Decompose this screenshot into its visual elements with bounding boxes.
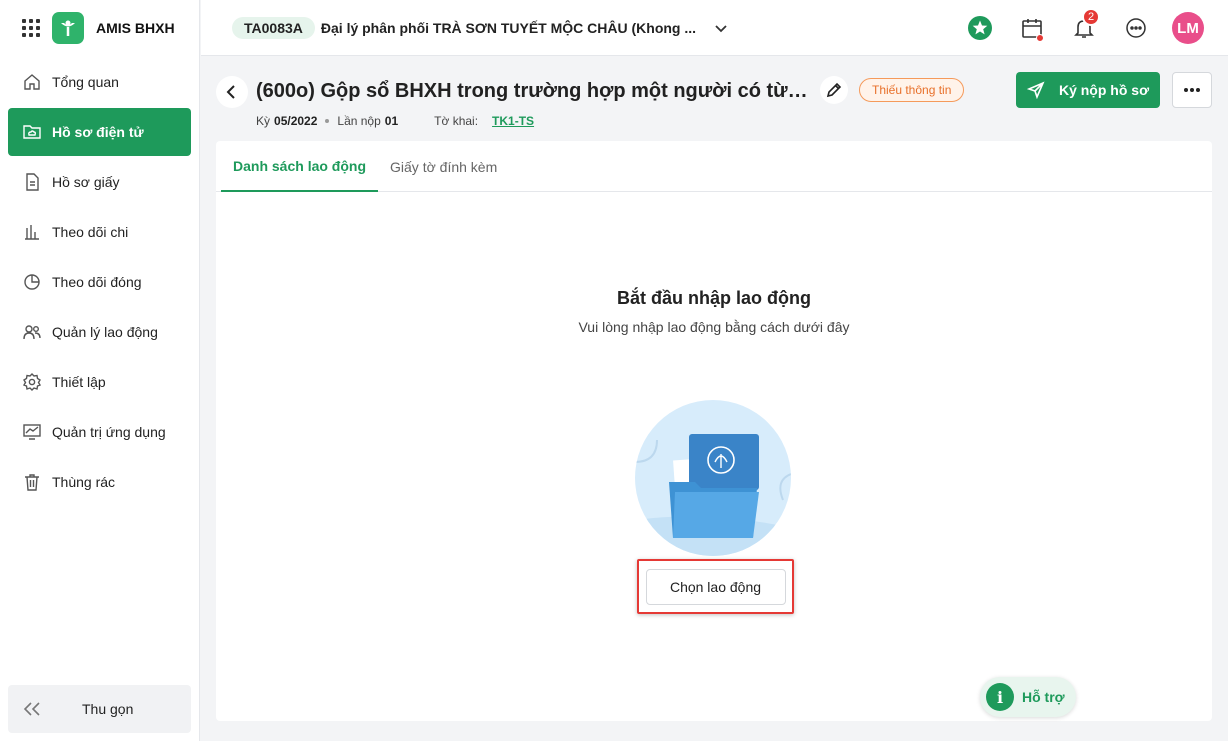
- edit-title-button[interactable]: [820, 76, 848, 104]
- sidebar-item-label: Hồ sơ giấy: [52, 174, 120, 190]
- sidebar-item-theo-doi-dong[interactable]: Theo dõi đóng: [8, 258, 191, 306]
- notification-button[interactable]: 2: [1068, 8, 1100, 46]
- double-chevron-left-icon: [23, 702, 40, 716]
- folder-illustration: [635, 400, 791, 556]
- app-name: AMIS BHXH: [96, 20, 175, 36]
- collapse-sidebar-button[interactable]: Thu gọn: [8, 685, 191, 733]
- sidebar-item-theo-doi-chi[interactable]: Theo dõi chi: [8, 208, 191, 256]
- cloud-folder-icon: [23, 125, 41, 139]
- form-link[interactable]: TK1-TS: [492, 114, 534, 128]
- sidebar-item-label: Thùng rác: [52, 474, 116, 490]
- document-meta: Kỳ 05/2022 Lần nộp 01 Tờ khai: TK1-TS: [256, 114, 534, 128]
- tab-danh-sach-lao-dong[interactable]: Danh sách lao động: [221, 141, 379, 192]
- users-icon: [23, 325, 41, 340]
- submit-documents-button[interactable]: Ký nộp hồ sơ: [1016, 72, 1160, 108]
- sidebar-item-label: Quản lý lao động: [52, 324, 158, 340]
- submission-value: 01: [384, 114, 399, 128]
- submit-label: Ký nộp hồ sơ: [1058, 82, 1150, 98]
- tab-giay-to-dinh-kem[interactable]: Giấy tờ đính kèm: [378, 141, 509, 192]
- sidebar-nav: Tổng quan Hồ sơ điện tử Hồ sơ giấy Theo …: [0, 58, 199, 506]
- calendar-dot: [1036, 34, 1044, 42]
- trash-icon: [25, 474, 39, 491]
- app-logo-icon: [52, 12, 84, 44]
- page-title: (600o) Gộp sổ BHXH trong trường hợp một …: [256, 80, 812, 102]
- top-bar: TA0083A Đại lý phân phối TRÀ SƠN TUYẾT M…: [201, 0, 1228, 56]
- sidebar-item-quan-tri-ung-dung[interactable]: Quản trị ứng dụng: [8, 408, 191, 456]
- sidebar-item-ho-so-dien-tu[interactable]: Hồ sơ điện tử: [8, 108, 191, 156]
- empty-state-subtitle: Vui lòng nhập lao động bằng cách dưới đâ…: [578, 319, 850, 335]
- choose-employee-highlight: Chọn lao động: [637, 559, 794, 614]
- sidebar-item-tong-quan[interactable]: Tổng quan: [8, 58, 191, 106]
- meta-separator: [325, 119, 330, 123]
- back-button[interactable]: [216, 76, 248, 108]
- calendar-button[interactable]: [1016, 10, 1048, 46]
- star-badge-icon: [968, 16, 992, 40]
- sidebar-item-label: Thiết lập: [52, 374, 106, 390]
- submission-label: Lần nộp: [337, 114, 381, 128]
- ellipsis-circle-icon: [1126, 18, 1146, 38]
- empty-state-title: Bắt đầu nhập lao động: [617, 288, 811, 308]
- help-label: Hỗ trợ: [1022, 689, 1065, 705]
- sidebar-item-label: Quản trị ứng dụng: [52, 424, 166, 440]
- sidebar-item-quan-ly-lao-dong[interactable]: Quản lý lao động: [8, 308, 191, 356]
- sidebar-item-label: Hồ sơ điện tử: [52, 124, 144, 140]
- tab-bar: Danh sách lao động Giấy tờ đính kèm: [216, 141, 1212, 192]
- star-badge-button[interactable]: [964, 10, 996, 46]
- monitor-chart-icon: [23, 424, 41, 440]
- send-icon: [1026, 81, 1045, 99]
- content-card: Danh sách lao động Giấy tờ đính kèm Bắt …: [216, 141, 1212, 721]
- period-label: Kỳ: [256, 114, 271, 128]
- company-selector[interactable]: Đại lý phân phối TRÀ SƠN TUYẾT MỘC CHÂU …: [321, 20, 701, 36]
- ellipsis-icon: [1184, 88, 1200, 92]
- sidebar-item-thiet-lap[interactable]: Thiết lập: [8, 358, 191, 406]
- help-button[interactable]: i Hỗ trợ: [980, 677, 1076, 717]
- chevron-left-icon: [226, 85, 235, 99]
- home-icon: [24, 74, 40, 90]
- sidebar-item-thung-rac[interactable]: Thùng rác: [8, 458, 191, 506]
- sidebar-item-ho-so-giay[interactable]: Hồ sơ giấy: [8, 158, 191, 206]
- brand-header: AMIS BHXH: [0, 0, 199, 56]
- pencil-icon: [826, 82, 842, 98]
- chevron-down-icon[interactable]: [713, 20, 729, 36]
- more-options-button[interactable]: [1120, 10, 1152, 46]
- notification-badge: 2: [1082, 8, 1100, 26]
- sidebar-item-label: Tổng quan: [52, 74, 119, 90]
- tax-code-badge: TA0083A: [232, 16, 315, 39]
- info-icon: i: [986, 683, 1014, 711]
- pie-chart-icon: [24, 274, 40, 290]
- form-label: Tờ khai:: [434, 114, 479, 128]
- choose-employee-button[interactable]: Chọn lao động: [645, 568, 786, 605]
- period-value: 05/2022: [274, 114, 318, 128]
- gear-icon: [22, 373, 42, 391]
- status-badge: Thiếu thông tin: [859, 78, 965, 102]
- more-actions-button[interactable]: [1172, 72, 1212, 108]
- collapse-label: Thu gọn: [82, 701, 134, 717]
- sidebar: AMIS BHXH Tổng quan Hồ sơ điện tử Hồ sơ …: [0, 0, 200, 741]
- bar-chart-icon: [25, 225, 39, 240]
- apps-grid-icon[interactable]: [22, 19, 40, 37]
- user-avatar[interactable]: LM: [1172, 12, 1204, 44]
- document-icon: [26, 173, 39, 191]
- sidebar-item-label: Theo dõi chi: [52, 224, 129, 240]
- sidebar-item-label: Theo dõi đóng: [52, 274, 142, 290]
- header-actions: 2 LM: [964, 8, 1204, 46]
